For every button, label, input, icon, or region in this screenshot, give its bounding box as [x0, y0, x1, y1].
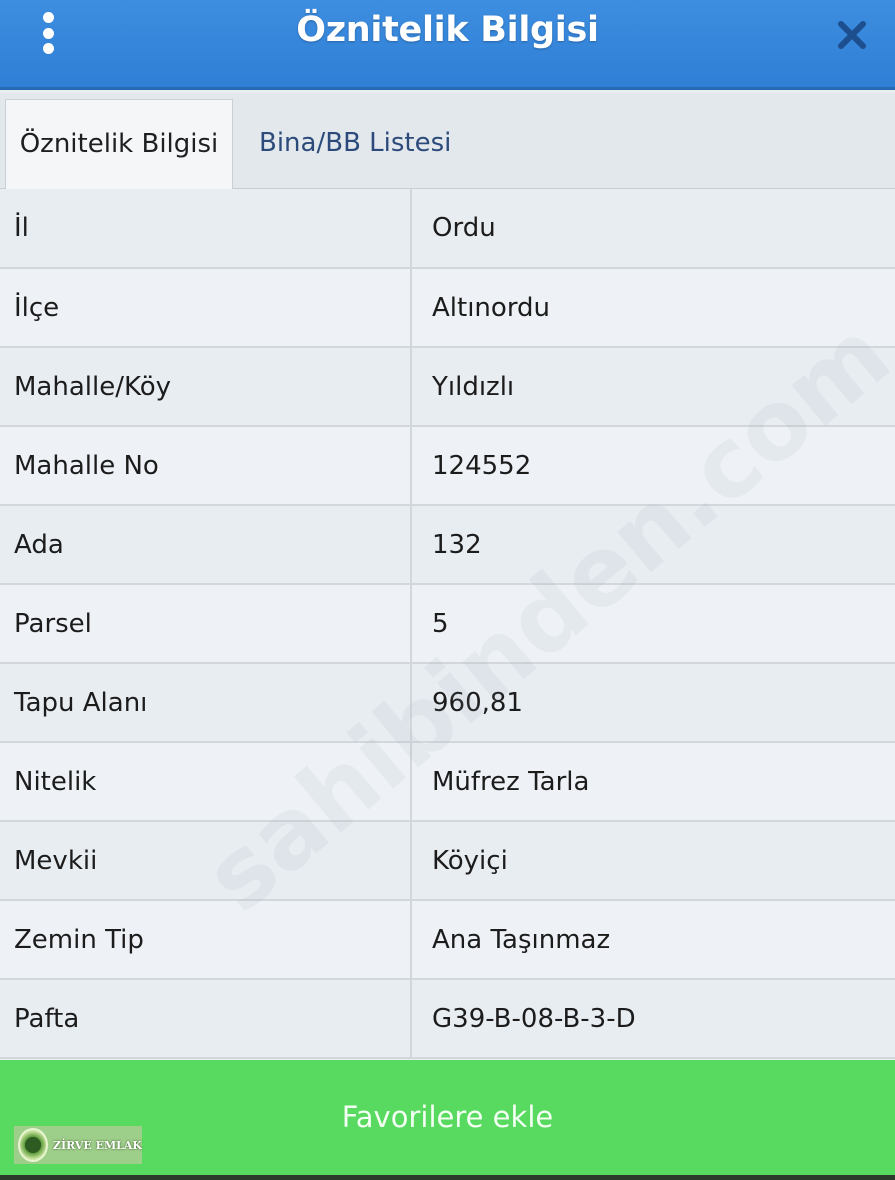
attribute-key: İl [0, 189, 412, 269]
bottom-edge [0, 1175, 895, 1180]
table-row: Mahalle/Köy Yıldızlı [0, 347, 895, 427]
tab-bina-bb-listesi[interactable]: Bina/BB Listesi [259, 99, 451, 189]
table-row: Tapu Alanı 960,81 [0, 663, 895, 743]
close-icon[interactable] [833, 16, 871, 54]
attribute-value: Altınordu [411, 268, 895, 348]
badge-logo-icon [18, 1128, 48, 1162]
attribute-value: Ordu [411, 189, 895, 269]
badge-text: ZİRVE EMLAK [52, 1138, 142, 1152]
attribute-value: G39-B-08-B-3-D [411, 979, 895, 1059]
attribute-table: İl Ordu İlçe Altınordu Mahalle/Köy Yıldı… [0, 189, 895, 1059]
attribute-key: Zemin Tip [0, 900, 412, 980]
attribute-key: İlçe [0, 268, 412, 348]
table-row: Zemin Tip Ana Taşınmaz [0, 900, 895, 980]
table-row: Ada 132 [0, 505, 895, 585]
attribute-value: Köyiçi [411, 821, 895, 901]
attribute-key: Parsel [0, 584, 412, 664]
table-row: Parsel 5 [0, 584, 895, 664]
table-row: İlçe Altınordu [0, 268, 895, 348]
table-row: İl Ordu [0, 189, 895, 269]
app-header: Öznitelik Bilgisi [0, 0, 895, 90]
attribute-value: 124552 [411, 426, 895, 506]
page-title: Öznitelik Bilgisi [296, 10, 599, 50]
attribute-value: 5 [411, 584, 895, 664]
attribute-value: Müfrez Tarla [411, 742, 895, 822]
tab-oznitelik-bilgisi[interactable]: Öznitelik Bilgisi [5, 99, 233, 190]
attribute-value: 960,81 [411, 663, 895, 743]
attribute-key: Mevkii [0, 821, 412, 901]
tab-bar: Öznitelik Bilgisi Bina/BB Listesi [0, 93, 895, 190]
watermark-badge: ZİRVE EMLAK [14, 1126, 142, 1164]
attribute-value: Ana Taşınmaz [411, 900, 895, 980]
attribute-value: 132 [411, 505, 895, 585]
attribute-key: Pafta [0, 979, 412, 1059]
attribute-key: Tapu Alanı [0, 663, 412, 743]
table-row: Mevkii Köyiçi [0, 821, 895, 901]
attribute-key: Nitelik [0, 742, 412, 822]
attribute-key: Ada [0, 505, 412, 585]
attribute-key: Mahalle/Köy [0, 347, 412, 427]
table-row: Mahalle No 124552 [0, 426, 895, 506]
attribute-value: Yıldızlı [411, 347, 895, 427]
table-row: Nitelik Müfrez Tarla [0, 742, 895, 822]
attribute-key: Mahalle No [0, 426, 412, 506]
table-row: Pafta G39-B-08-B-3-D [0, 979, 895, 1059]
